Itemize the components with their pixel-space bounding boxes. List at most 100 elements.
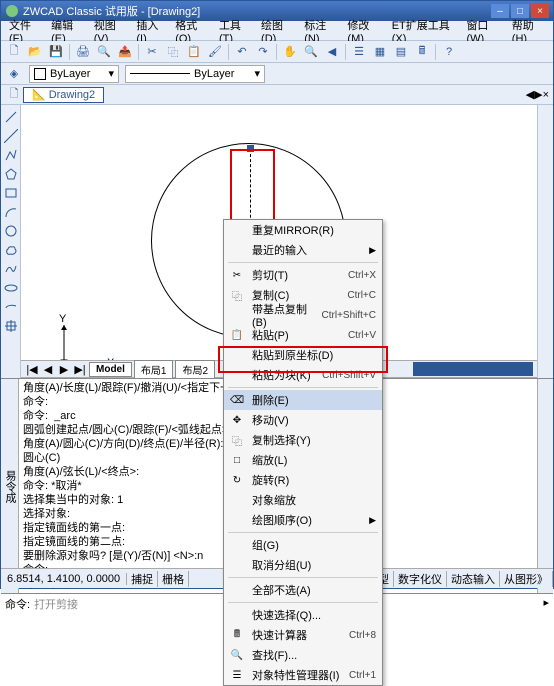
status-snap[interactable]: 捕捉	[127, 571, 158, 587]
pan-icon[interactable]: ✋	[281, 43, 299, 61]
context-menu-item[interactable]: 带基点复制(B)Ctrl+Shift+C	[224, 305, 382, 325]
menu-hotkey: Ctrl+8	[349, 630, 376, 641]
menu-item-icon: ⿻	[230, 288, 244, 302]
context-menu-item[interactable]: ↻旋转(R)	[224, 470, 382, 490]
properties-icon[interactable]: ☰	[350, 43, 368, 61]
context-menu-item[interactable]: 重复MIRROR(R)	[224, 220, 382, 240]
context-menu-item[interactable]: 📋粘贴(P)Ctrl+V	[224, 325, 382, 345]
menu-item-label: 重复MIRROR(R)	[252, 222, 334, 238]
open-icon[interactable]: 📂	[26, 43, 44, 61]
tab-next-icon[interactable]: ▶	[57, 363, 71, 376]
new-icon[interactable]: 🗋	[5, 43, 23, 61]
xline-icon[interactable]	[3, 128, 19, 144]
rect-icon[interactable]	[3, 185, 19, 201]
designcenter-icon[interactable]: ▦	[371, 43, 389, 61]
menu-item-label: 快速选择(Q)...	[252, 607, 321, 623]
context-menu-item[interactable]: ✥ 移动(V)	[224, 410, 382, 430]
zoom-icon[interactable]: 🔍	[302, 43, 320, 61]
tab-nav-right-icon[interactable]: ▶	[534, 88, 542, 101]
print-icon[interactable]: 🖨	[74, 43, 92, 61]
help-icon[interactable]: ?	[440, 43, 458, 61]
status-more[interactable]: 从图形》	[500, 571, 553, 587]
menu-item-icon: 🖩	[230, 628, 244, 642]
status-grid[interactable]: 栅格	[158, 571, 189, 587]
layer-icon[interactable]: ◈	[5, 65, 23, 83]
toolpalettes-icon[interactable]: ▤	[392, 43, 410, 61]
context-menu-item[interactable]: 粘贴为块(K)Ctrl+Shift+V	[224, 365, 382, 385]
context-menu-item[interactable]: 最近的输入▶	[224, 240, 382, 260]
pline-icon[interactable]	[3, 147, 19, 163]
document-tab[interactable]: 📐 Drawing2	[23, 87, 104, 103]
tab-first-icon[interactable]: |◀	[25, 363, 39, 376]
layout-tab-2[interactable]: 布局2	[175, 360, 215, 379]
calc-icon[interactable]: 🖩	[413, 43, 431, 61]
menu-item-icon: 🔍	[230, 648, 244, 662]
context-menu-item[interactable]: ✂剪切(T)Ctrl+X	[224, 265, 382, 285]
doc-name: Drawing2	[49, 89, 95, 101]
layout-tab-1[interactable]: 布局1	[134, 360, 174, 379]
copy-icon[interactable]: ⿻	[164, 43, 182, 61]
menu-item-label: 缩放(L)	[252, 452, 287, 468]
context-menu-item[interactable]: 全部不选(A)	[224, 580, 382, 600]
context-menu-item[interactable]: 🖩快速计算器Ctrl+8	[224, 625, 382, 645]
tab-last-icon[interactable]: ▶|	[73, 363, 87, 376]
menu-item-label: 移动(V)	[252, 412, 289, 428]
context-menu-item[interactable]: 快速选择(Q)...	[224, 605, 382, 625]
undo-icon[interactable]: ↶	[233, 43, 251, 61]
cmd-vscroll[interactable]	[537, 379, 553, 593]
menu-item-icon: 📋	[230, 328, 244, 342]
zoom-prev-icon[interactable]: ◀	[323, 43, 341, 61]
status-dyn[interactable]: 动态输入	[447, 571, 500, 587]
layout-tab-model[interactable]: Model	[89, 362, 132, 377]
save-icon[interactable]: 💾	[47, 43, 65, 61]
tab-close-icon[interactable]: ×	[543, 89, 549, 101]
context-menu-item[interactable]: 粘贴到原坐标(D)	[224, 345, 382, 365]
context-menu-item[interactable]: ☰对象特性管理器(I)Ctrl+1	[224, 665, 382, 685]
menu-item-label: 粘贴为块(K)	[252, 367, 311, 383]
hscroll-track[interactable]	[413, 362, 533, 376]
spline-icon[interactable]	[3, 261, 19, 277]
context-menu-item[interactable]: ⌫删除(E)	[224, 390, 382, 410]
context-menu: 重复MIRROR(R)最近的输入▶✂剪切(T)Ctrl+X⿻复制(C)Ctrl+…	[223, 219, 383, 686]
tab-nav-left-icon[interactable]: ◀	[526, 88, 534, 101]
arc-icon[interactable]	[3, 204, 19, 220]
context-menu-item[interactable]: 对象缩放	[224, 490, 382, 510]
polygon-icon[interactable]	[3, 166, 19, 182]
line-icon[interactable]	[3, 109, 19, 125]
insert-icon[interactable]	[3, 318, 19, 334]
cmd-arrow-icon[interactable]: ▸	[543, 596, 549, 612]
menu-separator	[228, 602, 378, 603]
chevron-down-icon: ▾	[254, 67, 260, 80]
redo-icon[interactable]: ↷	[254, 43, 272, 61]
menu-separator	[228, 532, 378, 533]
menu-item-label: 组(G)	[252, 537, 279, 553]
cmd-input[interactable]: 打开剪接	[34, 596, 78, 612]
linetype-dropdown[interactable]: ByLayer ▾	[125, 65, 265, 83]
context-menu-item[interactable]: □缩放(L)	[224, 450, 382, 470]
context-menu-item[interactable]: ⿻复制选择(Y)	[224, 430, 382, 450]
cut-icon[interactable]: ✂	[143, 43, 161, 61]
context-menu-item[interactable]: 取消分组(U)	[224, 555, 382, 575]
menu-item-label: 最近的输入	[252, 242, 307, 258]
vertical-scrollbar[interactable]	[537, 105, 553, 378]
menu-hotkey: Ctrl+1	[349, 670, 376, 681]
menu-item-label: 查找(F)...	[252, 647, 297, 663]
paste-icon[interactable]: 📋	[185, 43, 203, 61]
ellipsearc-icon[interactable]	[3, 299, 19, 315]
match-icon[interactable]: 🖌	[206, 43, 224, 61]
publish-icon[interactable]: 📤	[116, 43, 134, 61]
context-menu-item[interactable]: 绘图顺序(O)▶	[224, 510, 382, 530]
menu-item-label: 取消分组(U)	[252, 557, 311, 573]
revcloud-icon[interactable]	[3, 242, 19, 258]
menu-item-icon: ✥	[230, 413, 244, 427]
color-dropdown[interactable]: ByLayer ▾	[29, 65, 119, 83]
menu-hotkey: Ctrl+Shift+C	[322, 310, 376, 321]
tab-prev-icon[interactable]: ◀	[41, 363, 55, 376]
circle-icon[interactable]	[3, 223, 19, 239]
ellipse-icon[interactable]	[3, 280, 19, 296]
preview-icon[interactable]: 🔍	[95, 43, 113, 61]
cmd-prompt: 命令:	[5, 596, 30, 612]
context-menu-item[interactable]: 组(G)	[224, 535, 382, 555]
context-menu-item[interactable]: 🔍 查找(F)...	[224, 645, 382, 665]
status-digit[interactable]: 数字化仪	[394, 571, 447, 587]
